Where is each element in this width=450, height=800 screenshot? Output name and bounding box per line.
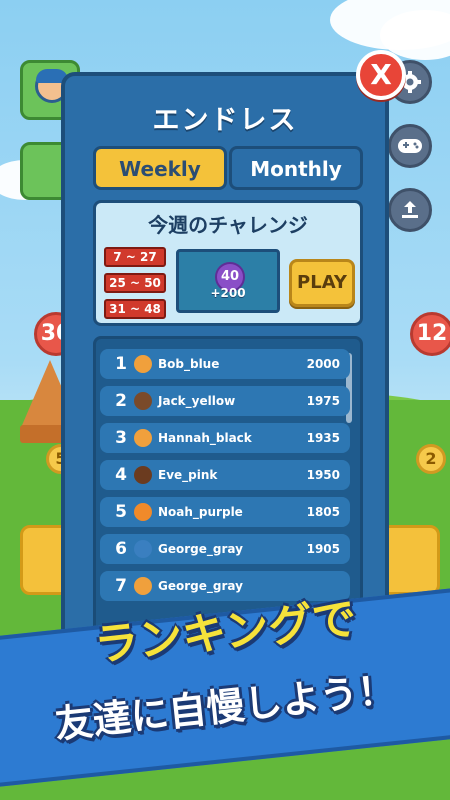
player-name: Bob_blue: [158, 357, 220, 371]
rank-number: 4: [115, 465, 127, 485]
player-score: 1935: [306, 431, 340, 445]
challenge-title: 今週のチャレンジ: [148, 213, 308, 237]
player-name: Jack_yellow: [158, 394, 236, 408]
player-score: 1905: [306, 542, 340, 556]
player-avatar-icon: [134, 540, 152, 558]
share-button[interactable]: [388, 188, 432, 232]
reward-box: 40 +200: [176, 249, 280, 313]
play-button[interactable]: PLAY: [289, 259, 355, 307]
leaderboard-row[interactable]: 2 Jack_yellow 1975: [100, 386, 350, 416]
rank-number: 3: [115, 428, 127, 448]
player-name: George_gray: [158, 579, 243, 593]
weekly-challenge-card: 今週のチャレンジ 7 ~ 27 25 ~ 50 31 ~ 48 40 +200 …: [93, 200, 363, 326]
leaderboard-row[interactable]: 6 George_gray 1905: [100, 534, 350, 564]
challenge-range: 25 ~ 50: [104, 273, 166, 293]
player-avatar-icon: [134, 466, 152, 484]
share-icon: [402, 201, 418, 218]
rank-number: 6: [115, 539, 127, 559]
challenge-range: 7 ~ 27: [104, 247, 166, 267]
game-controller-button[interactable]: [388, 124, 432, 168]
rank-number: 1: [115, 354, 127, 374]
player-name: Eve_pink: [158, 468, 218, 482]
tab-weekly[interactable]: Weekly: [93, 146, 227, 190]
leaderboard-row[interactable]: 1 Bob_blue 2000: [100, 349, 350, 379]
leaderboard-row[interactable]: 4 Eve_pink 1950: [100, 460, 350, 490]
player-name: Noah_purple: [158, 505, 243, 519]
player-score: 2000: [306, 357, 340, 371]
player-avatar-icon: [134, 503, 152, 521]
period-tabs: Weekly Monthly: [93, 146, 363, 192]
leaderboard-row[interactable]: 5 Noah_purple 1805: [100, 497, 350, 527]
player-name: Hannah_black: [158, 431, 252, 445]
background-bubble-right: 12: [410, 312, 450, 356]
tab-monthly[interactable]: Monthly: [229, 146, 363, 190]
rank-number: 7: [115, 576, 127, 596]
reward-bonus: +200: [210, 286, 246, 300]
rank-number: 2: [115, 391, 127, 411]
player-avatar-icon: [134, 355, 152, 373]
player-avatar-icon: [134, 577, 152, 595]
dialog-title: エンドレス: [152, 105, 298, 136]
player-score: 1975: [306, 394, 340, 408]
player-score: 1950: [306, 468, 340, 482]
endless-ranking-dialog: エンドレス Weekly Monthly 今週のチャレンジ 7 ~ 27 25 …: [61, 72, 389, 676]
player-name: George_gray: [158, 542, 243, 556]
player-avatar-icon: [134, 392, 152, 410]
gamepad-icon: [398, 139, 422, 153]
close-button[interactable]: X: [356, 50, 406, 100]
challenge-range: 31 ~ 48: [104, 299, 166, 319]
player-avatar-icon: [134, 429, 152, 447]
leaderboard-row[interactable]: 3 Hannah_black 1935: [100, 423, 350, 453]
rank-number: 5: [115, 502, 127, 522]
player-score: 1805: [306, 505, 340, 519]
background-coin-right: 2: [416, 444, 446, 474]
